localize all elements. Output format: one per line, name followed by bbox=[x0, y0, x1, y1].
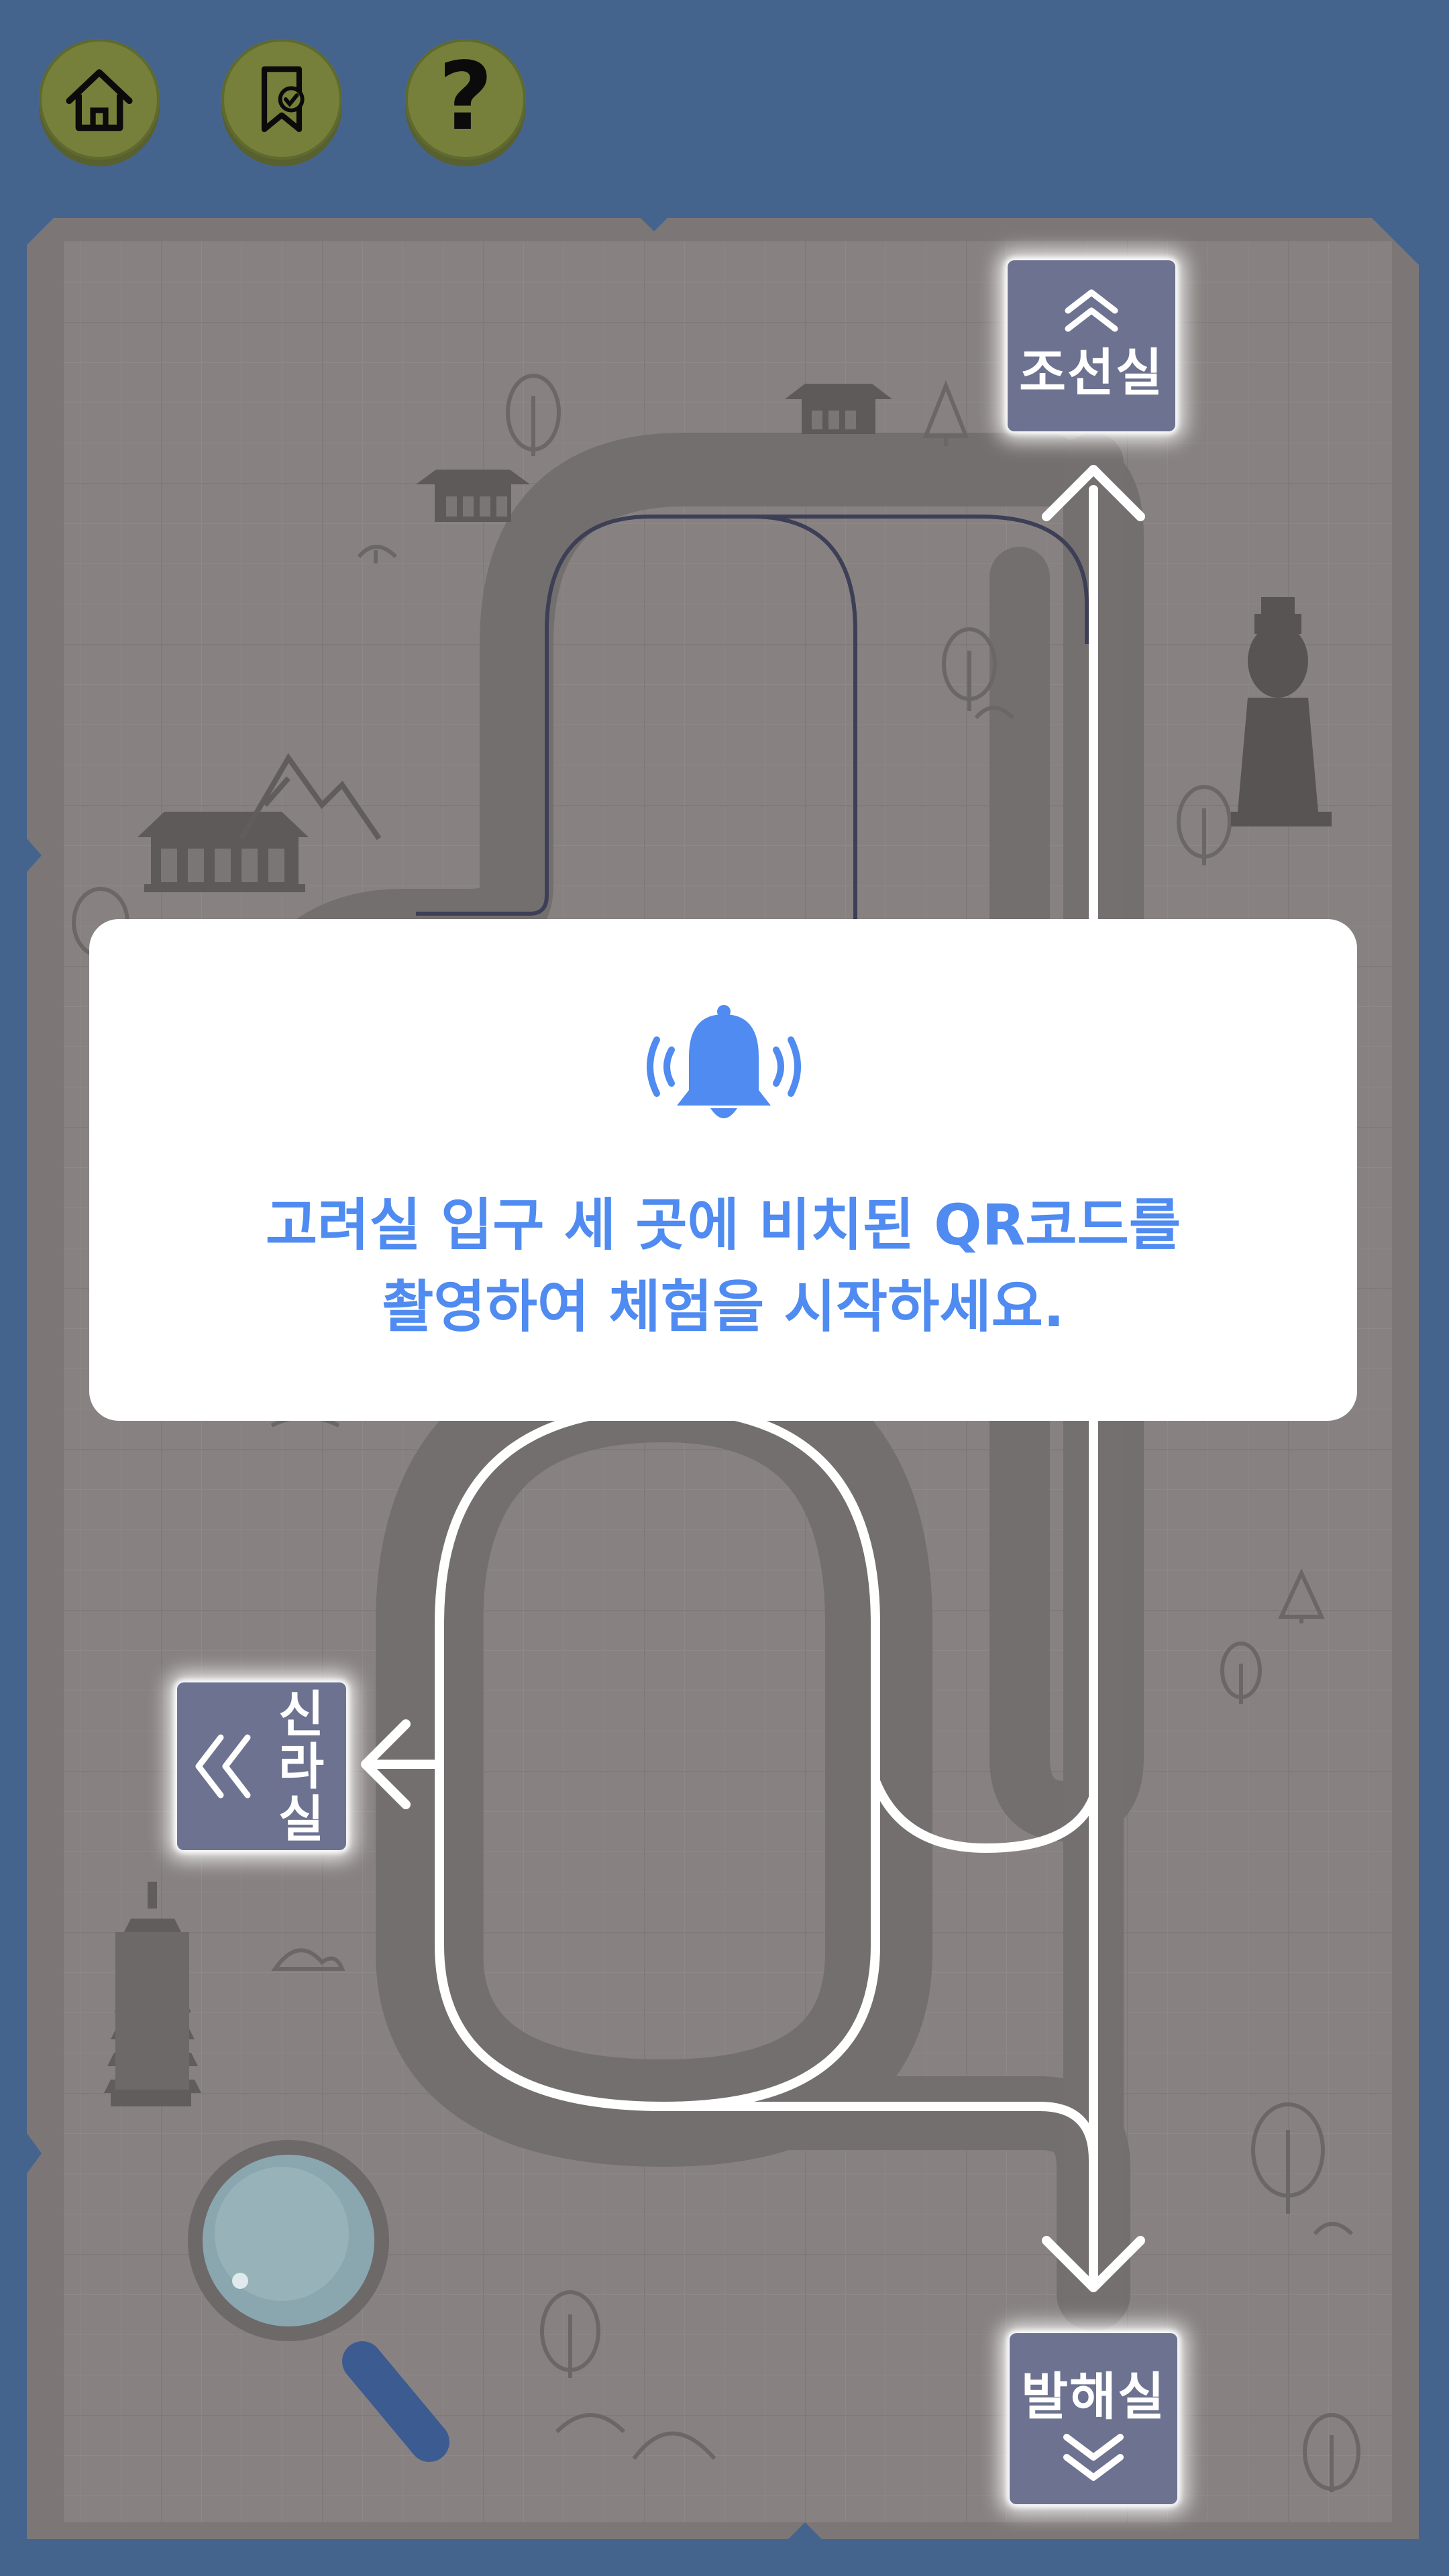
room-silla-button[interactable]: 신라실 bbox=[177, 1682, 346, 1850]
home-button[interactable] bbox=[39, 39, 160, 160]
qr-notice-line-1: 고려실 입구 세 곳에 비치된 QR코드를 bbox=[265, 1192, 1181, 1258]
bell-ringing-icon bbox=[647, 1005, 801, 1118]
bookmark-check-icon bbox=[261, 66, 305, 132]
help-button[interactable]: ? bbox=[405, 39, 526, 160]
qr-notice-line-2: 촬영하여 체험을 시작하세요. bbox=[382, 1274, 1065, 1340]
bookmark-button[interactable] bbox=[221, 39, 342, 160]
room-joseon-button[interactable]: 조선실 bbox=[1008, 260, 1175, 431]
room-balhae-label: 발해실 bbox=[1021, 2366, 1166, 2426]
help-icon: ? bbox=[438, 42, 493, 152]
room-silla-label: 신라실 bbox=[268, 1688, 326, 1845]
chevron-double-up-icon bbox=[1065, 289, 1118, 331]
room-balhae-button[interactable]: 발해실 bbox=[1010, 2333, 1177, 2504]
room-joseon-label: 조선실 bbox=[1019, 342, 1164, 402]
qr-notice-message: 고려실 입구 세 곳에 비치된 QR코드를 촬영하여 체험을 시작하세요. bbox=[89, 1184, 1357, 1348]
home-icon bbox=[66, 69, 133, 131]
chevron-double-left-icon bbox=[195, 1734, 250, 1799]
qr-notice-dialog: 고려실 입구 세 곳에 비치된 QR코드를 촬영하여 체험을 시작하세요. bbox=[89, 919, 1357, 1421]
museum-map-screen: ? 조선실 발해실 신라실 고려실 입구 세 곳에 비치된 QR코드를 촬영하여… bbox=[0, 0, 1449, 2576]
chevron-double-down-icon bbox=[1063, 2433, 1124, 2481]
